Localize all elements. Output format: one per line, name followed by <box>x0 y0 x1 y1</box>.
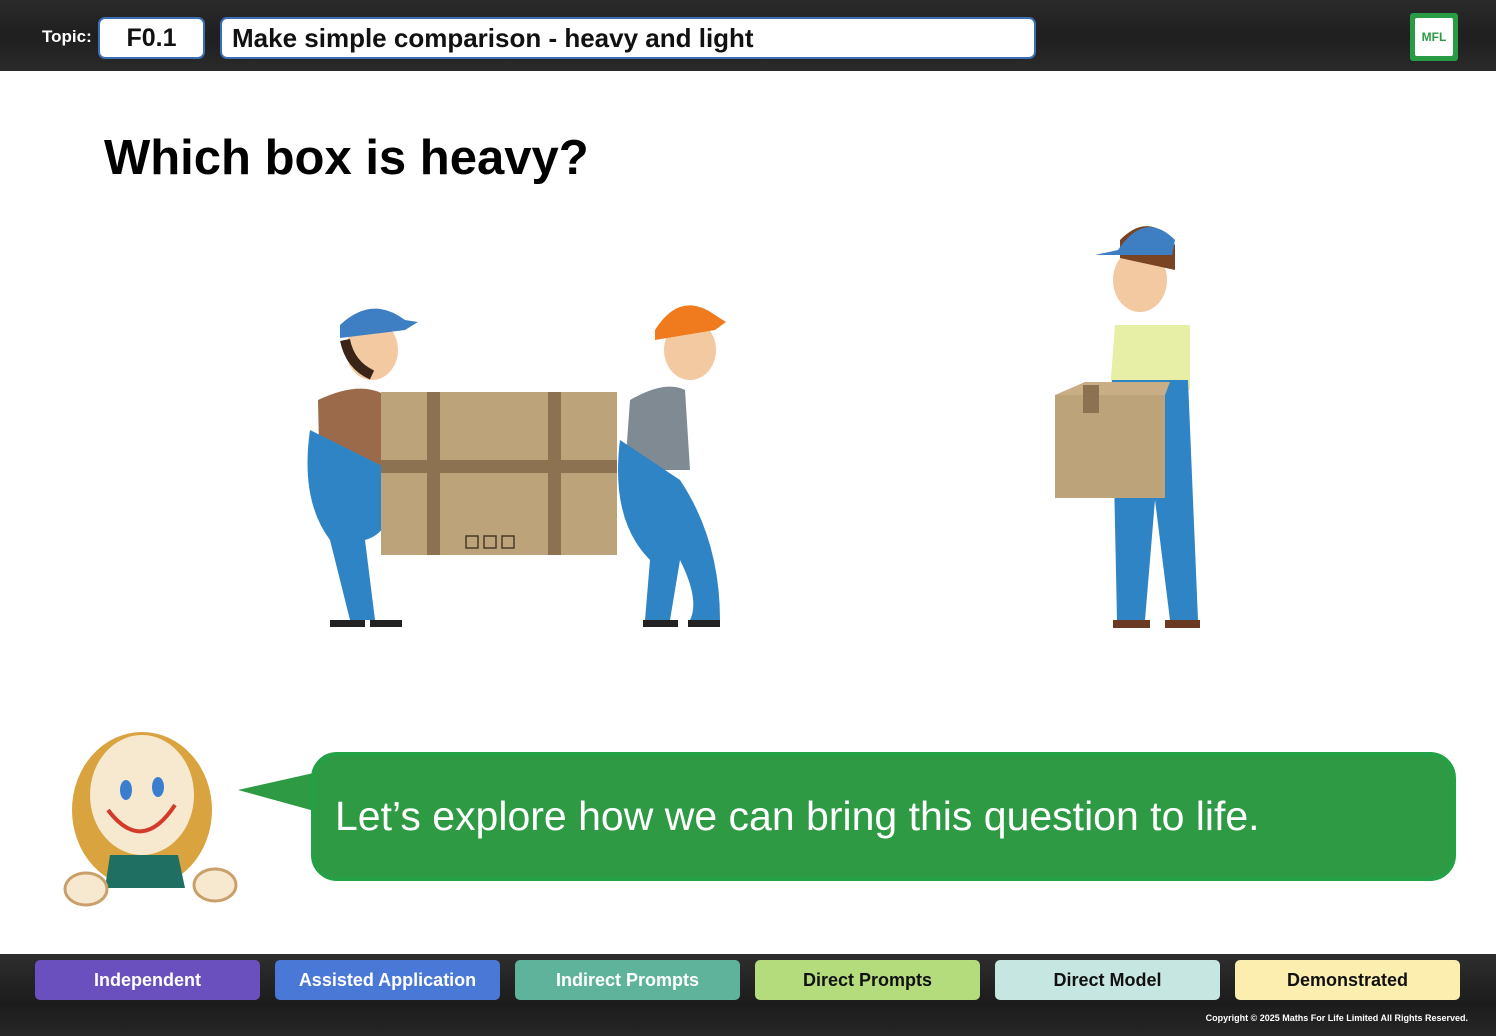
small-box-icon <box>1055 382 1170 498</box>
level-direct-prompts-button[interactable]: Direct Prompts <box>755 960 980 1000</box>
level-indirect-prompts-button[interactable]: Indirect Prompts <box>515 960 740 1000</box>
big-box-icon <box>381 392 617 555</box>
worker-right-icon <box>618 305 726 627</box>
teacher-avatar <box>63 732 238 907</box>
level-assisted-application-button[interactable]: Assisted Application <box>275 960 500 1000</box>
speech-tail <box>238 772 318 812</box>
speech-bubble: Let’s explore how we can bring this ques… <box>311 752 1456 881</box>
level-demonstrated-button[interactable]: Demonstrated <box>1235 960 1460 1000</box>
level-direct-model-button[interactable]: Direct Model <box>995 960 1220 1000</box>
level-independent-button[interactable]: Independent <box>35 960 260 1000</box>
heavy-box-illustration <box>307 305 726 627</box>
copyright-text: Copyright © 2025 Maths For Life Limited … <box>1205 1013 1468 1023</box>
light-box-illustration <box>1055 226 1200 628</box>
